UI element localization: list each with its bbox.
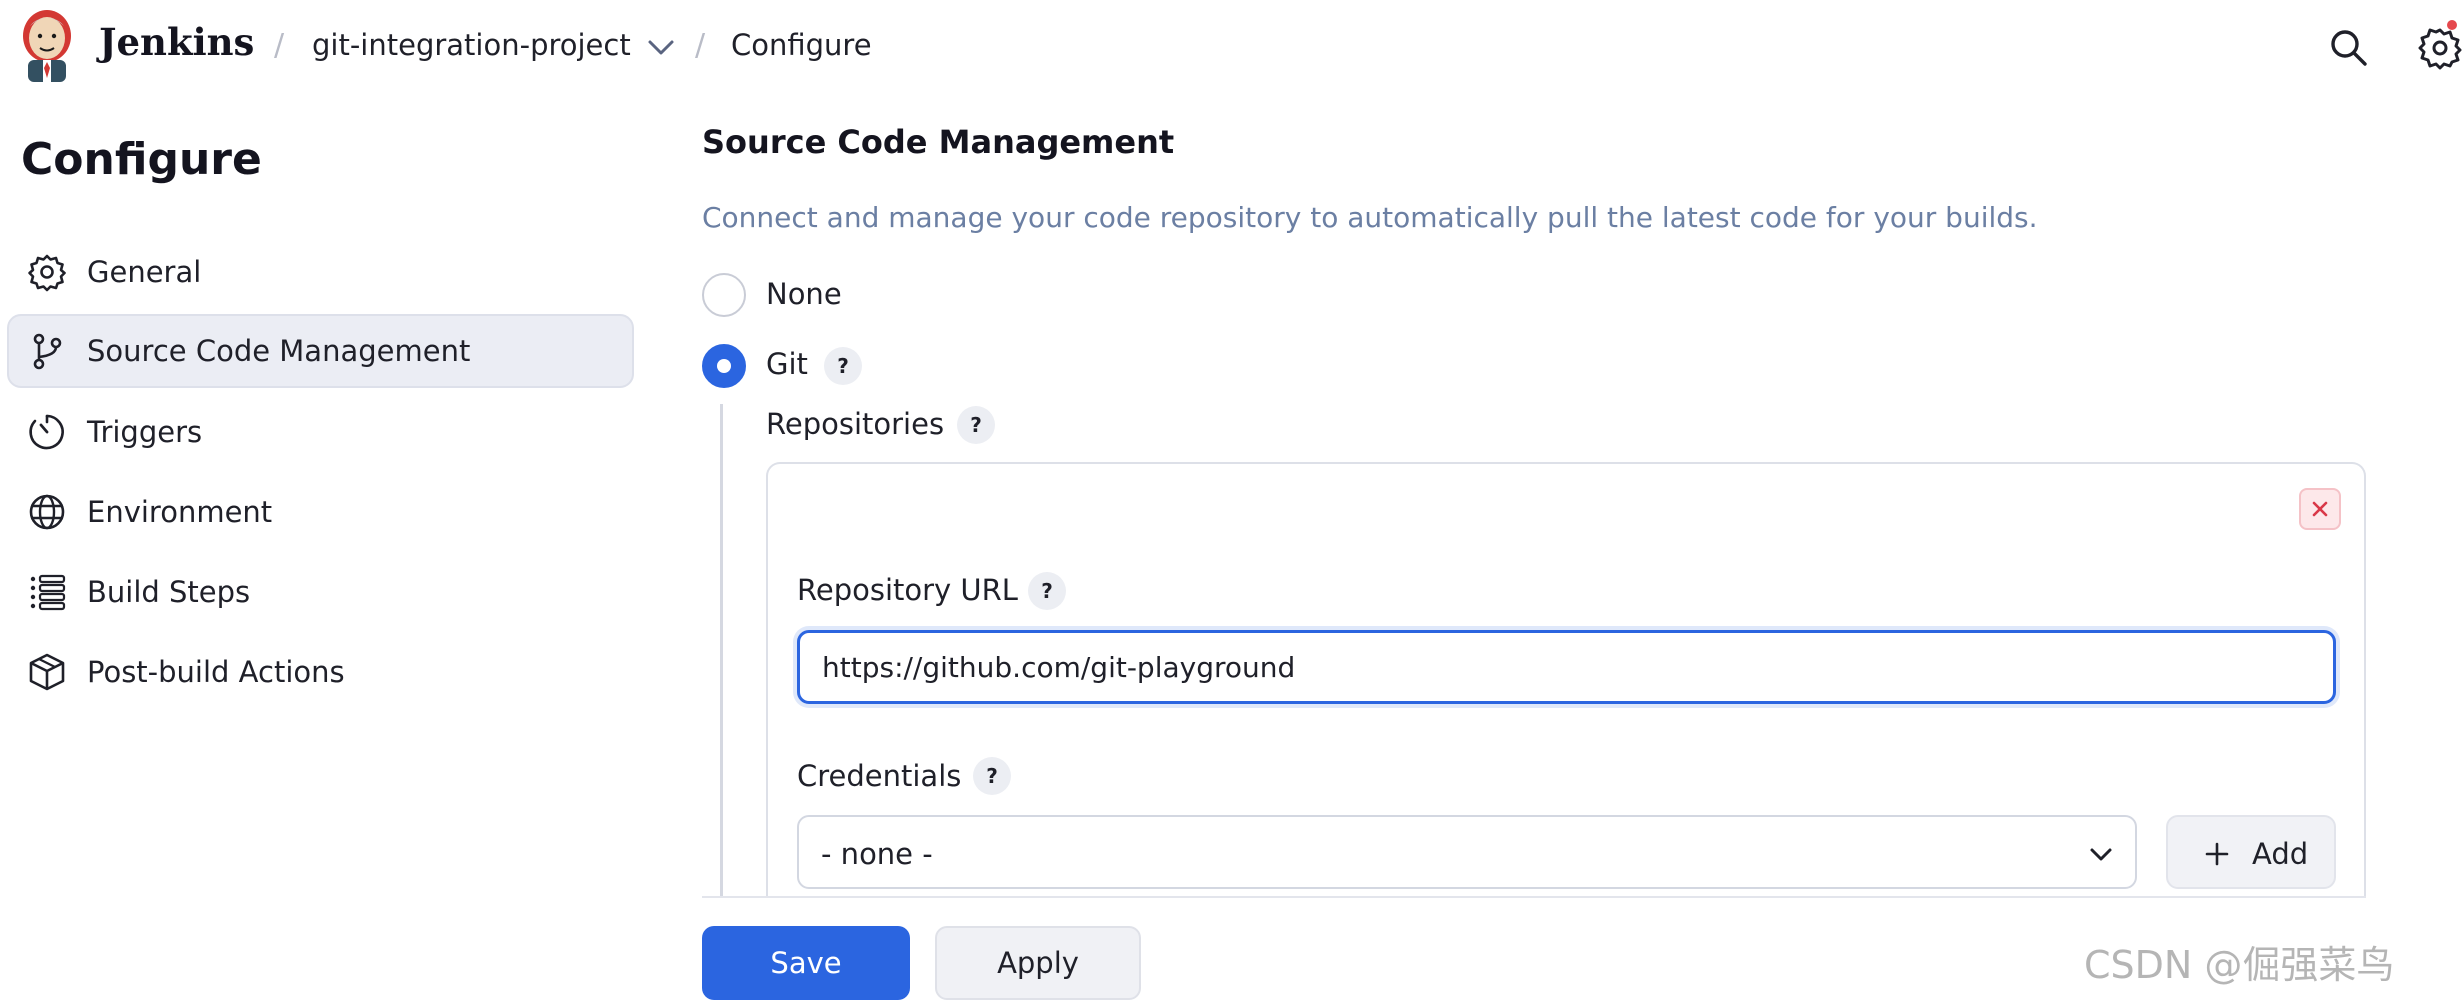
repository-url-label: Repository URL	[797, 573, 1018, 607]
breadcrumb-project[interactable]: git-integration-project	[312, 28, 631, 62]
breadcrumb-separator: /	[695, 28, 706, 63]
repositories-label: Repositories	[766, 407, 945, 441]
list-icon	[30, 574, 66, 611]
scm-none-radio[interactable]	[702, 273, 746, 317]
globe-icon	[29, 494, 65, 530]
apply-button[interactable]: Apply	[935, 926, 1141, 1000]
add-credentials-button[interactable]: Add	[2166, 815, 2336, 889]
sidebar-item-label: Triggers	[87, 415, 203, 449]
scm-git-label[interactable]: Git	[766, 347, 808, 381]
credentials-label: Credentials	[797, 759, 962, 793]
gear-icon[interactable]	[2418, 26, 2462, 70]
package-icon	[29, 653, 65, 691]
close-icon	[2312, 501, 2328, 517]
sidebar-item-label: Build Steps	[87, 575, 251, 609]
breadcrumb-configure[interactable]: Configure	[731, 28, 872, 62]
gear-icon	[28, 254, 66, 292]
delete-repository-button[interactable]	[2299, 488, 2341, 530]
branch-icon	[33, 333, 62, 370]
credentials-selected-value: - none -	[821, 837, 933, 871]
sidebar-item-label: Source Code Management	[87, 334, 471, 368]
footer-divider	[702, 896, 2366, 898]
sidebar-item-triggers[interactable]: Triggers	[7, 395, 634, 469]
sidebar-item-environment[interactable]: Environment	[7, 475, 634, 549]
git-options-indent	[720, 404, 723, 896]
section-title: Source Code Management	[702, 123, 1175, 161]
sidebar-item-label: Environment	[87, 495, 273, 529]
sidebar-item-post-build-actions[interactable]: Post-build Actions	[7, 635, 634, 709]
sidebar-item-general[interactable]: General	[7, 235, 634, 309]
notification-badge	[2447, 20, 2457, 30]
sidebar-item-source-code-management[interactable]: Source Code Management	[7, 314, 634, 388]
credentials-help-button[interactable]: ?	[973, 757, 1011, 795]
watermark: CSDN @倔强菜鸟	[2084, 943, 2395, 987]
jenkins-logo[interactable]	[18, 8, 76, 84]
save-button[interactable]: Save	[702, 926, 910, 1000]
top-header: Jenkins / git-integration-project / Conf…	[0, 0, 2462, 96]
scm-none-label[interactable]: None	[766, 277, 842, 311]
sidebar-item-label: General	[87, 255, 202, 289]
scm-git-radio[interactable]	[702, 344, 746, 388]
repository-url-input[interactable]	[797, 630, 2336, 704]
timer-icon	[29, 414, 64, 450]
sidebar-title: Configure	[21, 134, 262, 185]
repository-url-help-button[interactable]: ?	[1028, 572, 1066, 610]
credentials-select[interactable]: - none -	[797, 815, 2137, 889]
breadcrumb-separator: /	[274, 28, 285, 63]
repositories-help-button[interactable]: ?	[957, 406, 995, 444]
chevron-down-icon	[2090, 848, 2112, 861]
section-description: Connect and manage your code repository …	[702, 201, 2038, 234]
search-icon[interactable]	[2327, 26, 2371, 70]
sidebar-item-label: Post-build Actions	[87, 655, 345, 689]
chevron-down-icon[interactable]	[644, 34, 678, 60]
plus-icon	[2205, 842, 2229, 866]
add-credentials-label: Add	[2252, 837, 2309, 871]
git-help-button[interactable]: ?	[824, 347, 862, 385]
sidebar-item-build-steps[interactable]: Build Steps	[7, 555, 634, 629]
brand-name[interactable]: Jenkins	[99, 20, 254, 64]
